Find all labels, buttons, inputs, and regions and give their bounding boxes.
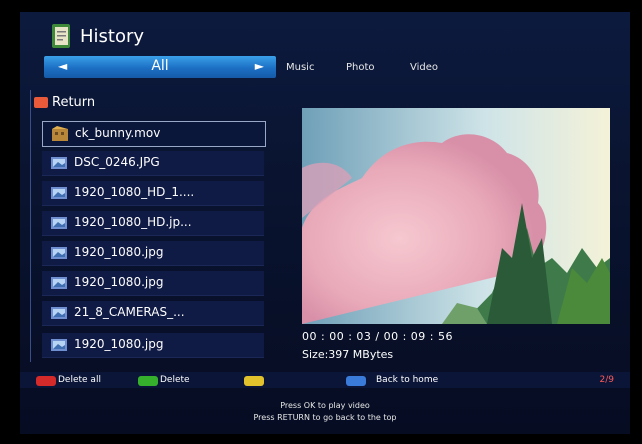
category-selector[interactable]: ◄ All ►	[44, 56, 276, 78]
image-file-icon	[51, 307, 67, 319]
back-to-home-label[interactable]: Back to home	[376, 375, 438, 385]
file-name: 21_8_CAMERAS_...	[74, 305, 185, 319]
tab-photo[interactable]: Photo	[346, 62, 375, 73]
image-file-icon	[51, 247, 67, 259]
return-icon	[34, 97, 48, 108]
right-arrow-icon[interactable]: ►	[255, 59, 264, 73]
green-button-icon[interactable]	[138, 376, 158, 386]
image-file-icon	[51, 187, 67, 199]
page-indicator: 2/9	[599, 375, 614, 385]
image-file-icon	[51, 217, 67, 229]
return-item[interactable]: Return	[52, 95, 95, 110]
file-name: 1920_1080_HD.jp...	[74, 215, 192, 229]
hint-line-1: Press OK to play video	[280, 401, 370, 410]
color-button-bar	[20, 372, 630, 388]
history-book-icon	[52, 24, 70, 48]
yellow-button-icon[interactable]	[244, 376, 264, 386]
playback-time: 00 : 00 : 03 / 00 : 09 : 56	[302, 330, 453, 343]
image-file-icon	[51, 339, 67, 351]
blue-button-icon[interactable]	[346, 376, 366, 386]
list-scrollbar[interactable]	[30, 90, 31, 362]
list-item[interactable]: 1920_1080_HD_1....	[42, 181, 264, 206]
file-name: 1920_1080_HD_1....	[74, 185, 195, 199]
file-name: ck_bunny.mov	[75, 126, 161, 140]
red-button-icon[interactable]	[36, 376, 56, 386]
delete-all-label[interactable]: Delete all	[58, 375, 101, 385]
file-name: 1920_1080.jpg	[74, 275, 164, 289]
category-current: All	[151, 58, 169, 74]
delete-label[interactable]: Delete	[160, 375, 190, 385]
history-screen: History ◄ All ► Music Photo Video Return…	[20, 12, 630, 434]
list-item[interactable]: ck_bunny.mov	[42, 121, 266, 147]
list-item[interactable]: DSC_0246.JPG	[42, 151, 264, 176]
file-size: Size:397 MBytes	[302, 348, 394, 361]
list-item[interactable]: 1920_1080.jpg	[42, 241, 264, 266]
file-name: 1920_1080.jpg	[74, 337, 164, 351]
list-item[interactable]: 21_8_CAMERAS_...	[42, 301, 264, 326]
image-file-icon	[51, 157, 67, 169]
list-item[interactable]: 1920_1080_HD.jp...	[42, 211, 264, 236]
file-name: DSC_0246.JPG	[74, 155, 160, 169]
tab-video[interactable]: Video	[410, 62, 438, 73]
hint-line-2: Press RETURN to go back to the top	[253, 413, 397, 422]
list-item[interactable]: 1920_1080.jpg	[42, 333, 264, 358]
list-item[interactable]: 1920_1080.jpg	[42, 271, 264, 296]
image-file-icon	[51, 277, 67, 289]
file-name: 1920_1080.jpg	[74, 245, 164, 259]
video-preview-thumbnail	[302, 108, 610, 324]
tab-music[interactable]: Music	[286, 62, 314, 73]
video-file-icon	[52, 126, 68, 141]
page-title: History	[80, 26, 145, 47]
